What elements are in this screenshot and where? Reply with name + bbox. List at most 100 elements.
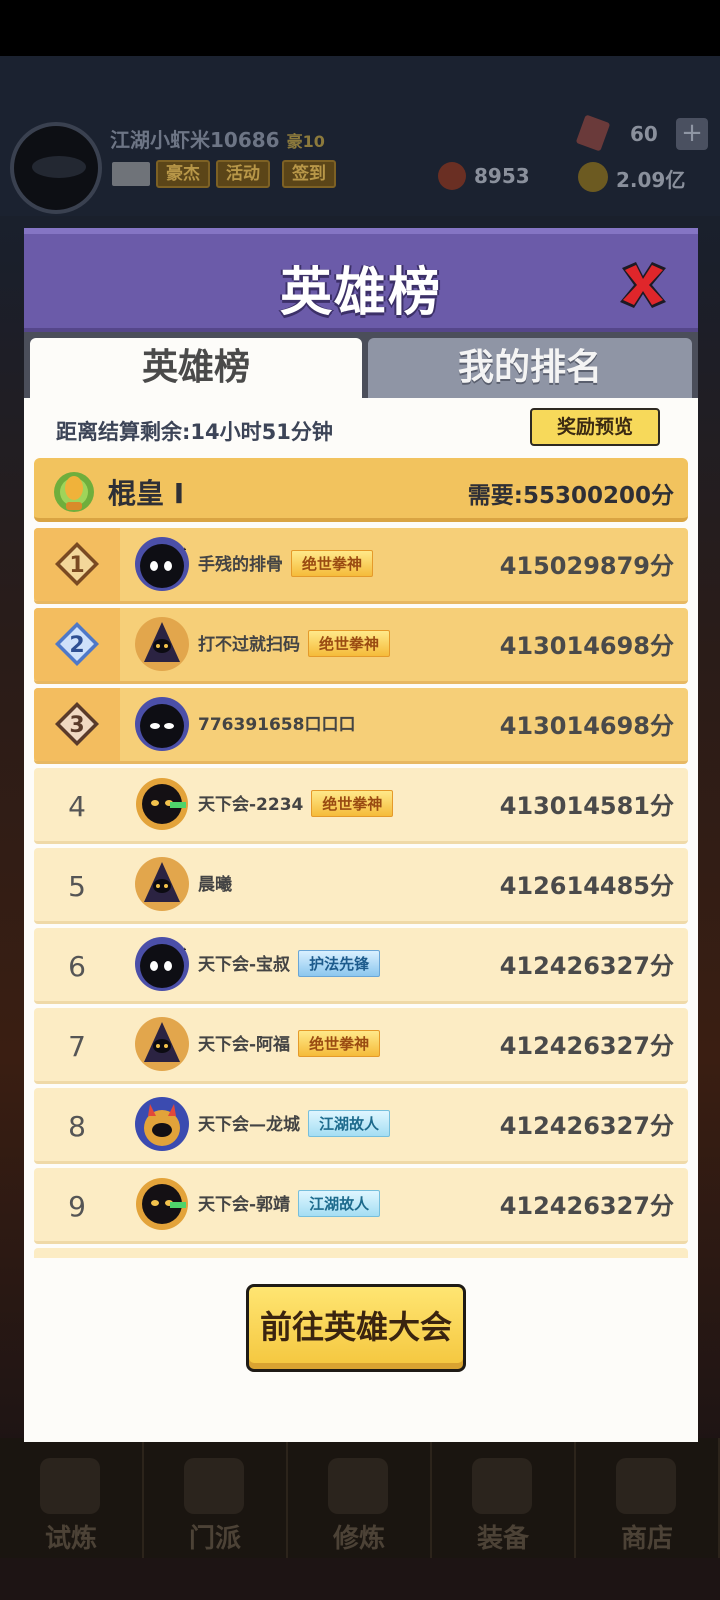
rank-number: 7 [68, 1030, 86, 1063]
title-badge: 绝世拳神 [308, 630, 391, 657]
player-score: 413014581分 [499, 792, 674, 820]
tier-requirement: 需要:55300200分 [467, 483, 674, 509]
ranking-row[interactable]: 9 天下会-郭靖 江湖故人 412426327分 [34, 1168, 688, 1244]
player-name: 晨曦 [198, 875, 232, 895]
nav-sect[interactable]: 门派 [144, 1438, 288, 1558]
ranking-row[interactable]: 4 天下会-2234 绝世拳神 413014581分 [34, 768, 688, 844]
rank-cell: 2 [34, 608, 120, 681]
title-badge: 护法先锋 [298, 950, 381, 977]
ranking-list[interactable]: 1 ? 手残的排骨 绝世拳神 415029879分 2 打不过就扫码 绝世拳神 41… [34, 528, 688, 1258]
shop-icon [616, 1458, 676, 1514]
rank-number: 5 [68, 870, 86, 903]
hero-ranking-modal: 英雄榜 英雄榜 我的排名 距离结算剩余:14小时51分钟 奖励预览 棍皇 I 需… [24, 228, 698, 1442]
player-name: 天下会-阿福 绝世拳神 [198, 1030, 381, 1057]
svg-text:?: ? [182, 938, 190, 954]
rank-cell: 8 [34, 1088, 120, 1161]
nav-label: 修炼 [332, 1524, 385, 1554]
tag-haojie-button[interactable]: 豪杰 [156, 160, 210, 188]
tag-activity-button[interactable]: 活动 [216, 160, 270, 188]
vip-level: 豪10 [286, 132, 325, 151]
mail-icon[interactable] [112, 162, 150, 186]
title-badge: 绝世拳神 [311, 790, 394, 817]
nav-cultivate[interactable]: 修炼 [288, 1438, 432, 1558]
avatar[interactable]: ? [134, 936, 190, 992]
player-name: 天下会—龙城 江湖故人 [198, 1110, 391, 1137]
ranking-row[interactable]: 2 打不过就扫码 绝世拳神 413014698分 [34, 608, 688, 684]
tier-name: 棍皇 I [108, 477, 185, 510]
player-score: 412426327分 [499, 952, 674, 980]
avatar[interactable] [134, 616, 190, 672]
title-badge: 江湖故人 [308, 1110, 391, 1137]
player-name: 天下会-郭靖 江湖故人 [198, 1190, 381, 1217]
nav-label: 试炼 [44, 1524, 97, 1554]
player-avatar[interactable] [10, 122, 102, 214]
tier-requirement-bar: 棍皇 I 需要:55300200分 [34, 458, 688, 522]
gold-coin-icon [578, 162, 608, 192]
player-score: 412426327分 [499, 1192, 674, 1220]
gem-count: 60 [630, 122, 658, 146]
avatar[interactable] [134, 696, 190, 752]
red-currency-count: 8953 [474, 164, 530, 188]
tier-emblem-icon [54, 472, 94, 512]
avatar[interactable] [134, 1176, 190, 1232]
reward-preview-button[interactable]: 奖励预览 [530, 408, 660, 446]
avatar[interactable]: ? [134, 536, 190, 592]
title-badge: 江湖故人 [298, 1190, 381, 1217]
player-score: 413014698分 [499, 712, 674, 740]
player-name: 打不过就扫码 绝世拳神 [198, 630, 391, 657]
rank-badge-icon: 1 [55, 542, 99, 586]
tab-my-ranking[interactable]: 我的排名 [368, 338, 692, 398]
tab-hero-ranking[interactable]: 英雄榜 [30, 338, 362, 398]
bottom-nav: 试炼 门派 修炼 装备 商店 [0, 1438, 720, 1558]
avatar[interactable] [134, 1016, 190, 1072]
player-name: 天下会-2234 绝世拳神 [198, 790, 394, 817]
rank-badge-icon: 3 [55, 702, 99, 746]
rank-number: 9 [68, 1190, 86, 1223]
svg-text:2: 2 [69, 633, 84, 658]
close-icon[interactable] [616, 258, 670, 312]
rank-number: 8 [68, 1110, 86, 1143]
player-name: 776391658口口口 [198, 715, 356, 735]
player-score: 412426327分 [499, 1112, 674, 1140]
ranking-row[interactable]: 7 天下会-阿福 绝世拳神 412426327分 [34, 1008, 688, 1084]
rank-cell: 7 [34, 1008, 120, 1081]
ranking-row[interactable]: 6 ? 天下会-宝叔 护法先锋 412426327分 [34, 928, 688, 1004]
ranking-row[interactable]: 3 776391658口口口 413014698分 [34, 688, 688, 764]
player-top-bar [0, 56, 720, 216]
go-hero-conference-button[interactable]: 前往英雄大会 [246, 1284, 466, 1372]
ranking-row-partial[interactable] [34, 1248, 688, 1258]
rank-number: 6 [68, 950, 86, 983]
svg-text:3: 3 [69, 713, 84, 738]
gold-count: 2.09亿 [616, 168, 686, 192]
tab-bar: 英雄榜 我的排名 [24, 332, 698, 398]
red-currency-icon [438, 162, 466, 190]
nav-shop[interactable]: 商店 [576, 1438, 720, 1558]
ranking-row[interactable]: 5 晨曦 412614485分 [34, 848, 688, 924]
ranking-row[interactable]: 1 ? 手残的排骨 绝世拳神 415029879分 [34, 528, 688, 604]
avatar[interactable] [134, 1096, 190, 1152]
nav-label: 装备 [476, 1524, 529, 1554]
settlement-countdown: 距离结算剩余:14小时51分钟 [56, 420, 333, 444]
modal-title: 英雄榜 [279, 263, 442, 323]
ranking-row[interactable]: 8 天下会—龙城 江湖故人 412426327分 [34, 1088, 688, 1164]
player-score: 415029879分 [499, 552, 674, 580]
nav-trial[interactable]: 试炼 [0, 1438, 144, 1558]
rank-badge-icon: 2 [55, 622, 99, 666]
nav-equipment[interactable]: 装备 [432, 1438, 576, 1558]
nav-label: 门派 [188, 1524, 241, 1554]
modal-header: 英雄榜 [24, 228, 698, 332]
svg-text:1: 1 [69, 553, 84, 578]
player-score: 413014698分 [499, 632, 674, 660]
tag-signin-button[interactable]: 签到 [282, 160, 336, 188]
nav-label: 商店 [620, 1524, 673, 1554]
sword-icon [472, 1458, 532, 1514]
rank-cell: 1 [34, 528, 120, 601]
rank-cell: 6 [34, 928, 120, 1001]
rank-cell: 9 [34, 1168, 120, 1241]
avatar[interactable] [134, 776, 190, 832]
avatar[interactable] [134, 856, 190, 912]
add-gem-button[interactable]: + [676, 118, 708, 150]
player-score: 412614485分 [499, 872, 674, 900]
player-name: 江湖小虾米10686 豪10 [110, 128, 325, 152]
rank-cell: 5 [34, 848, 120, 921]
